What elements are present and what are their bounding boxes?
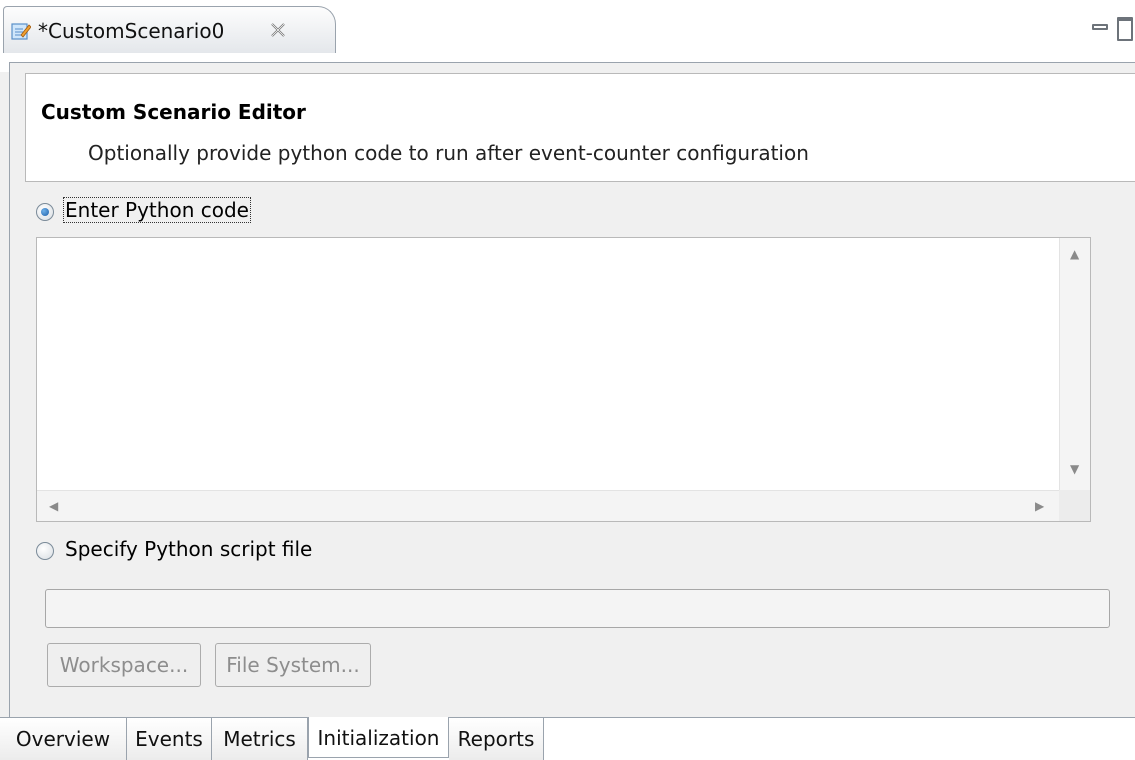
scroll-corner xyxy=(1059,490,1090,521)
tab-overview[interactable]: Overview xyxy=(0,718,127,760)
page-title: Custom Scenario Editor xyxy=(41,100,306,124)
close-icon[interactable] xyxy=(268,20,288,40)
horizontal-scrollbar[interactable]: ◀ ▶ xyxy=(37,490,1059,521)
python-code-editor[interactable]: ▲ ▼ ◀ ▶ xyxy=(36,237,1091,522)
vertical-scrollbar[interactable]: ▲ ▼ xyxy=(1059,238,1090,490)
minimize-icon[interactable] xyxy=(1092,24,1108,30)
maximize-icon[interactable] xyxy=(1117,17,1133,41)
python-code-radio[interactable] xyxy=(36,203,54,221)
tab-events[interactable]: Events xyxy=(127,718,212,760)
tab-reports[interactable]: Reports xyxy=(449,718,544,760)
file-system-button[interactable]: File System... xyxy=(215,643,371,687)
python-code-label[interactable]: Enter Python code xyxy=(63,197,251,223)
script-path-field[interactable] xyxy=(45,589,1110,628)
editor-body: Custom Scenario Editor Optionally provid… xyxy=(9,62,1135,717)
scroll-right-icon[interactable]: ▶ xyxy=(1035,500,1044,512)
page-tab-bar: Overview Events Metrics Initialization R… xyxy=(0,717,1135,760)
editor-header: Custom Scenario Editor Optionally provid… xyxy=(25,73,1135,182)
editor-frame: *CustomScenario0 Custom Scenario Editor … xyxy=(0,0,1135,760)
script-file-radio[interactable] xyxy=(36,542,54,560)
tab-initialization[interactable]: Initialization xyxy=(308,717,449,758)
editor-tab[interactable]: *CustomScenario0 xyxy=(3,6,336,53)
script-file-label[interactable]: Specify Python script file xyxy=(65,537,312,561)
page-description: Optionally provide python code to run af… xyxy=(88,141,809,165)
workspace-button[interactable]: Workspace... xyxy=(47,643,201,687)
scroll-left-icon[interactable]: ◀ xyxy=(49,500,58,512)
edit-scenario-icon xyxy=(11,23,31,40)
scroll-down-icon[interactable]: ▼ xyxy=(1070,463,1079,475)
tab-metrics[interactable]: Metrics xyxy=(212,718,308,760)
editor-tab-title: *CustomScenario0 xyxy=(38,19,225,43)
scroll-up-icon[interactable]: ▲ xyxy=(1070,248,1079,260)
